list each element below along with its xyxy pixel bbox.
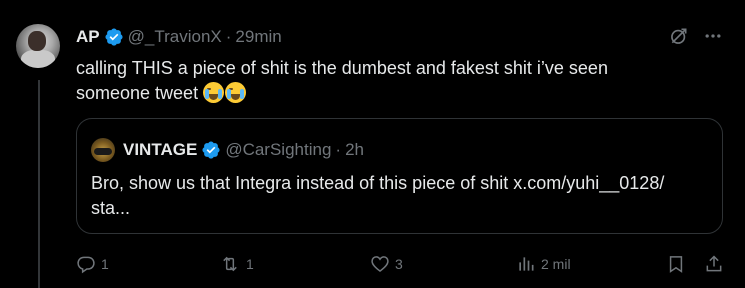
timestamp[interactable]: 29min (235, 27, 281, 47)
quote-text-line1: Bro, show us that Integra instead of thi… (91, 173, 665, 193)
reply-icon (76, 254, 96, 274)
verified-badge-icon (201, 140, 221, 160)
like-icon (370, 254, 390, 274)
quote-text-line2: sta... (91, 198, 131, 218)
share-icon (704, 254, 724, 274)
handle[interactable]: @_TravionX (128, 27, 222, 47)
display-name[interactable]: AP (76, 27, 100, 47)
like-count: 3 (395, 256, 403, 272)
quote-display-name: VINTAGE (123, 140, 198, 159)
repost-button[interactable]: 1 (219, 250, 254, 278)
quote-timestamp: 2h (345, 140, 364, 159)
quote-header: VINTAGE @CarSighting · 2h (91, 138, 364, 162)
views-icon (516, 254, 536, 274)
loudly-crying-face-icon (203, 82, 225, 103)
thread-line (38, 80, 40, 288)
separator: · (335, 140, 342, 159)
separator: · (225, 27, 232, 46)
header-icons (669, 26, 723, 51)
tweet-header: AP @_TravionX · 29min (76, 26, 282, 48)
repost-count: 1 (246, 256, 254, 272)
views-count: 2 mil (541, 256, 571, 272)
reply-count: 1 (101, 256, 109, 272)
action-bar: 1 1 3 2 mil (76, 250, 726, 278)
views-button[interactable]: 2 mil (516, 250, 571, 278)
quote-avatar (91, 138, 115, 162)
quote-handle: @CarSighting (225, 140, 332, 159)
tweet-text-line1: calling THIS a piece of shit is the dumb… (76, 58, 608, 78)
tweet-text-line2: someone tweet (76, 83, 199, 103)
verified-badge-icon (104, 27, 124, 47)
like-button[interactable]: 3 (370, 250, 403, 278)
bookmark-icon (666, 254, 686, 274)
loudly-crying-face-icon (225, 82, 247, 103)
more-icon[interactable] (703, 26, 723, 51)
share-button[interactable] (704, 250, 724, 278)
quote-text: Bro, show us that Integra instead of thi… (91, 171, 713, 221)
repost-icon (219, 254, 241, 274)
reply-button[interactable]: 1 (76, 250, 109, 278)
bookmark-button[interactable] (666, 250, 686, 278)
tweet-text: calling THIS a piece of shit is the dumb… (76, 56, 716, 106)
avatar[interactable] (16, 24, 60, 68)
quoted-tweet[interactable]: VINTAGE @CarSighting · 2h Bro, show us t… (76, 118, 723, 234)
grok-icon[interactable] (669, 26, 689, 51)
